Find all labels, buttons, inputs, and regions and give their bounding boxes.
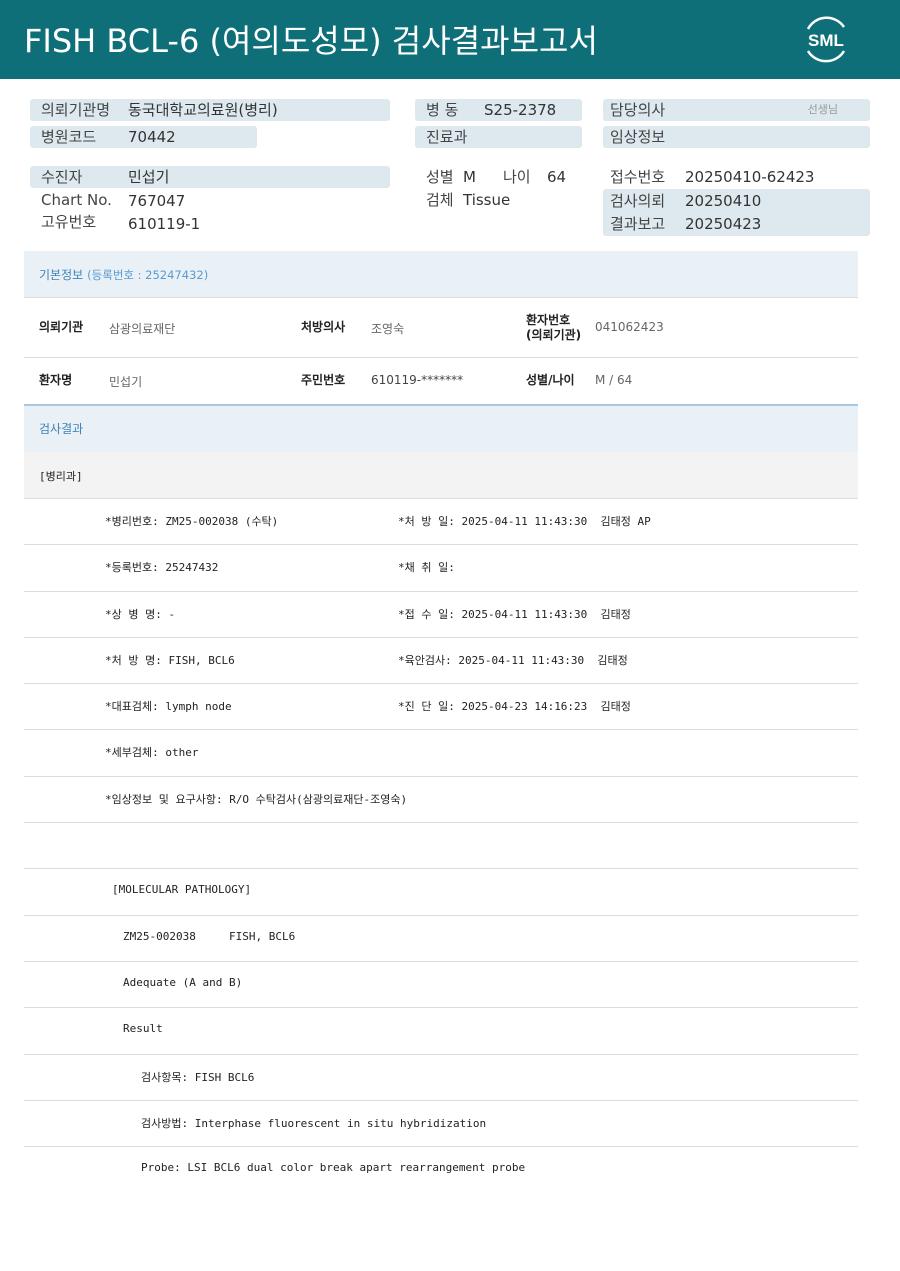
chart-no-label: Chart No. [41,191,112,209]
ward-field: 병 동 S25-2378 [415,99,582,121]
institution-field: 의뢰기관명 동국대학교의료원(병리) [30,99,390,121]
result-field: *세부검체: other [105,746,199,759]
sml-logo: SML [800,13,852,65]
row-divider [24,1007,858,1008]
ward-value: S25-2378 [484,101,557,119]
row-divider [24,683,858,684]
specimen-value: Tissue [463,191,511,209]
logo-text: SML [808,31,844,50]
hospital-code-label: 병원코드 [41,128,97,146]
divider [24,297,858,298]
hospital-code-field: 병원코드 70442 [30,126,257,148]
results-title: 검사결과 [39,422,84,436]
molecular-line: 검사방법: Interphase fluorescent in situ hyb… [141,1117,487,1130]
department-band [24,452,858,498]
report-header: FISH BCL-6 (여의도성모) 검사결과보고서 SML [0,0,900,79]
patient-value: 민섭기 [128,168,170,186]
basic-label-patient-no: 환자번호 [526,313,571,327]
report-date-label: 결과보고 [610,215,666,233]
result-field: *임상정보 및 요구사항: R/O 수탁검사(삼광의료재단-조영숙) [105,793,408,806]
basic-label-doctor: 처방의사 [301,320,346,334]
basic-label-resident-no: 주민번호 [301,373,346,387]
sex-value: M [463,168,476,186]
doctor-suffix: 선생님 [807,103,838,116]
basic-label-patient-name: 환자명 [39,373,73,387]
molecular-line: [MOLECULAR PATHOLOGY] [112,883,252,896]
molecular-line: 검사항목: FISH BCL6 [141,1071,255,1084]
basic-value-doctor: 조영숙 [371,322,405,336]
doctor-label: 담당의사 [610,101,666,119]
report-title: FISH BCL-6 (여의도성모) 검사결과보고서 [24,22,598,60]
sex-label: 성별 [426,168,454,186]
department-field: 진료과 [415,126,582,148]
report-date-value: 20250423 [685,215,762,233]
result-field: *등록번호: 25247432 [105,561,219,574]
row-divider [24,1100,858,1101]
basic-value-sex-age: M / 64 [595,373,633,387]
row-divider [24,776,858,777]
result-field: *병리번호: ZM25-002038 (수탁) [105,515,279,528]
row-divider [24,1146,858,1147]
result-field: *채 취 일: [398,561,455,574]
basic-value-patient-no: 041062423 [595,320,664,334]
unique-no-label: 고유번호 [41,213,97,231]
row-divider [24,544,858,545]
result-field: *진 단 일: 2025-04-23 14:16:23 김태정 [398,700,631,713]
age-value: 64 [547,168,567,186]
row-divider [24,961,858,962]
receipt-no-label: 접수번호 [610,168,666,186]
row-divider [24,1054,858,1055]
clinical-info-field: 임상정보 [603,126,870,148]
result-field: *대표검체: lymph node [105,700,232,713]
institution-value: 동국대학교의료원(병리) [128,101,278,119]
row-divider [24,868,858,869]
molecular-line: ZM25-002038 FISH, BCL6 [123,930,296,943]
row-divider [24,591,858,592]
doctor-field: 담당의사 선생님 [603,99,870,121]
hospital-code-value: 70442 [128,128,176,146]
basic-value-resident-no: 610119-******* [371,373,464,387]
basic-label-patient-no-sub: (의뢰기관) [526,328,582,342]
results-header [24,406,858,452]
dates-field: 검사의뢰 20250410 결과보고 20250423 [603,189,870,236]
result-field: *접 수 일: 2025-04-11 11:43:30 김태정 [398,608,631,621]
patient-label: 수진자 [41,168,83,186]
chart-no-value: 767047 [128,192,186,210]
row-divider [24,915,858,916]
department-name: [병리과] [39,470,83,483]
unique-no-value: 610119-1 [128,215,201,233]
result-field: *처 방 명: FISH, BCL6 [105,654,235,667]
age-label: 나이 [503,168,531,186]
basic-label-institution: 의뢰기관 [39,320,84,334]
registration-number: (등록번호 : 25247432) [87,268,209,282]
request-date-label: 검사의뢰 [610,192,666,210]
basic-value-institution: 삼광의료재단 [109,322,176,336]
result-field: *상 병 명: - [105,608,176,621]
basic-label-sex-age: 성별/나이 [526,373,575,387]
molecular-line: Adequate (A and B) [123,976,243,989]
specimen-label: 검체 [426,191,454,209]
basic-value-patient-name: 민섭기 [109,375,143,389]
request-date-value: 20250410 [685,192,762,210]
row-divider [24,498,858,499]
molecular-line: Result [123,1022,163,1035]
department-label: 진료과 [426,128,468,146]
basic-info-title: 기본정보 (등록번호 : 25247432) [39,266,208,283]
receipt-no-value: 20250410-62423 [685,168,815,186]
row-divider [24,822,858,823]
result-field: *육안검사: 2025-04-11 11:43:30 김태정 [398,654,628,667]
molecular-line: Probe: LSI BCL6 dual color break apart r… [141,1161,526,1174]
patient-field: 수진자 민섭기 [30,166,390,188]
row-divider [24,637,858,638]
divider [24,357,858,358]
ward-label: 병 동 [426,101,459,119]
basic-info-title-text: 기본정보 [39,268,84,282]
result-field: *처 방 일: 2025-04-11 11:43:30 김태정 AP [398,515,651,528]
institution-label: 의뢰기관명 [41,101,111,119]
row-divider [24,729,858,730]
clinical-info-label: 임상정보 [610,128,666,146]
